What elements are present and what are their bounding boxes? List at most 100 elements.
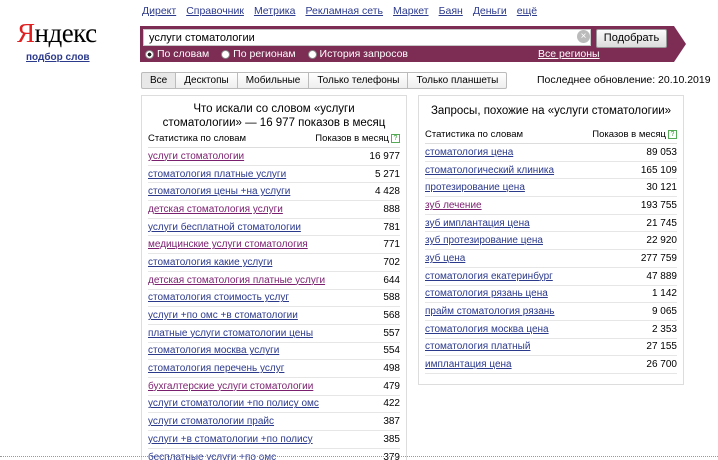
service-link-direct[interactable]: Директ	[142, 5, 176, 17]
table-row: стоматология москва услуги 554	[148, 343, 400, 361]
table-row: услуги +в стоматологии +по полису 385	[148, 431, 400, 449]
tab-all[interactable]: Все	[141, 72, 177, 89]
tab-tablets[interactable]: Только планшеты	[408, 72, 508, 89]
impressions-count: 554	[383, 345, 400, 357]
table-row: услуги +по омс +в стоматологии 568	[148, 307, 400, 325]
search-input[interactable]: услуги стоматологии	[143, 29, 591, 46]
query-link[interactable]: стоматология платный	[425, 341, 530, 352]
impressions-count: 385	[383, 433, 400, 445]
impressions-count: 588	[383, 292, 400, 304]
query-link[interactable]: стоматология цена	[425, 147, 513, 158]
table-row: медицинские услуги стоматология 771	[148, 236, 400, 255]
help-icon[interactable]: ?	[668, 130, 677, 139]
table-row: платные услуги стоматологии цены 557	[148, 325, 400, 343]
mode-by-words[interactable]: По словам	[145, 48, 209, 60]
impressions-count: 26 700	[646, 359, 677, 371]
query-link[interactable]: стоматология какие услуги	[148, 257, 272, 268]
service-link-more[interactable]: ещё	[517, 5, 537, 17]
impressions-count: 771	[383, 239, 400, 251]
table-row: стоматология цены +на услуги 4 428	[148, 183, 400, 202]
clear-icon[interactable]: ×	[577, 30, 590, 43]
impressions-count: 4 428	[374, 186, 400, 198]
table-row: имплантация цена 26 700	[425, 356, 677, 374]
right-panel-title: Запросы, похожие на «услуги стоматологии…	[430, 105, 672, 117]
query-link[interactable]: стоматология цены +на услуги	[148, 186, 290, 197]
tab-phones[interactable]: Только телефоны	[309, 72, 409, 89]
mode-by-regions[interactable]: По регионам	[221, 48, 296, 60]
query-link[interactable]: услуги стоматологии прайс	[148, 416, 274, 427]
query-link[interactable]: услуги +в стоматологии +по полису	[148, 434, 313, 445]
query-link[interactable]: стоматология стоимость услуг	[148, 292, 289, 303]
query-link[interactable]: зуб имплантация цена	[425, 218, 530, 229]
table-row: стоматология платный 27 155	[425, 339, 677, 357]
query-link[interactable]: зуб лечение	[425, 200, 482, 211]
search-modes: По словам По регионам История запросов	[145, 48, 420, 60]
device-tabs: Все Десктопы Мобильные Только телефоны Т…	[141, 72, 508, 89]
impressions-count: 644	[383, 274, 400, 286]
query-link[interactable]: детская стоматология услуги	[148, 204, 283, 215]
impressions-count: 557	[383, 327, 400, 339]
service-link-metrika[interactable]: Метрика	[254, 5, 296, 17]
tab-mobile[interactable]: Мобильные	[237, 72, 310, 89]
all-regions-link[interactable]: Все регионы	[538, 48, 600, 60]
table-row: стоматология стоимость услуг 588	[148, 290, 400, 308]
service-link-ad-network[interactable]: Рекламная сеть	[305, 5, 383, 17]
table-row: стоматология перечень услуг 498	[148, 360, 400, 378]
logo-subtitle-link[interactable]: подбор слов	[26, 52, 90, 63]
column-header-count: Показов в месяц	[592, 129, 666, 140]
search-bar-arrow	[674, 26, 686, 62]
left-panel-title: Что искали со словом «услуги стоматологи…	[162, 103, 386, 129]
impressions-count: 702	[383, 256, 400, 268]
table-row: протезирование цена 30 121	[425, 179, 677, 198]
query-link[interactable]: стоматология платные услуги	[148, 169, 286, 180]
query-link[interactable]: стоматология рязань цена	[425, 288, 548, 299]
table-row: прайм стоматология рязань 9 065	[425, 303, 677, 321]
service-link-market[interactable]: Маркет	[393, 5, 429, 17]
impressions-count: 47 889	[646, 270, 677, 282]
table-row: зуб лечение 193 755	[425, 197, 677, 215]
service-link-directory[interactable]: Справочник	[186, 5, 244, 17]
help-icon[interactable]: ?	[391, 134, 400, 143]
table-row: зуб имплантация цена 21 745	[425, 215, 677, 233]
table-row: стоматология рязань цена 1 142	[425, 286, 677, 304]
column-header-count: Показов в месяц	[315, 133, 389, 144]
impressions-count: 22 920	[646, 235, 677, 247]
table-row: стоматология какие услуги 702	[148, 254, 400, 272]
impressions-count: 89 053	[646, 146, 677, 158]
query-link[interactable]: стоматология перечень услуг	[148, 363, 284, 374]
query-link[interactable]: имплантация цена	[425, 359, 512, 370]
query-link[interactable]: протезирование цена	[425, 182, 525, 193]
query-link[interactable]: услуги стоматологии +по полису омс	[148, 398, 319, 409]
query-link[interactable]: зуб цена	[425, 253, 465, 264]
table-row: зуб протезирование цена 22 920	[425, 232, 677, 251]
query-link[interactable]: стоматология москва цена	[425, 324, 549, 335]
table-row: услуги бесплатной стоматологии 781	[148, 219, 400, 237]
mode-history[interactable]: История запросов	[307, 48, 408, 60]
query-link[interactable]: платные услуги стоматологии цены	[148, 328, 313, 339]
query-link[interactable]: стоматология екатеринбург	[425, 271, 553, 282]
query-link[interactable]: услуги +по омс +в стоматологии	[148, 310, 298, 321]
service-link-money[interactable]: Деньги	[473, 5, 507, 17]
query-link[interactable]: стоматология москва услуги	[148, 345, 279, 356]
query-link[interactable]: услуги бесплатной стоматологии	[148, 222, 301, 233]
impressions-count: 498	[383, 363, 400, 375]
impressions-count: 387	[383, 416, 400, 428]
query-link[interactable]: прайм стоматология рязань	[425, 306, 555, 317]
query-link[interactable]: бухгалтерские услуги стоматологии	[148, 381, 313, 392]
column-header-query: Статистика по словам	[148, 133, 247, 144]
table-row: услуги стоматологии +по полису омс 422	[148, 396, 400, 414]
search-button[interactable]: Подобрать	[596, 29, 667, 48]
query-link[interactable]: услуги стоматологии	[148, 151, 244, 162]
impressions-count: 2 353	[651, 323, 677, 335]
table-row: зуб цена 277 759	[425, 250, 677, 268]
tab-desktops[interactable]: Десктопы	[176, 72, 238, 89]
query-link[interactable]: медицинские услуги стоматология	[148, 239, 308, 250]
impressions-count: 888	[383, 203, 400, 215]
impressions-count: 30 121	[646, 182, 677, 194]
service-link-bayan[interactable]: Баян	[439, 5, 463, 17]
yandex-logo[interactable]: Яндекс	[17, 18, 109, 49]
query-link[interactable]: детская стоматология платные услуги	[148, 275, 325, 286]
query-link[interactable]: зуб протезирование цена	[425, 235, 543, 246]
impressions-count: 422	[383, 398, 400, 410]
query-link[interactable]: стоматологический клиника	[425, 165, 554, 176]
